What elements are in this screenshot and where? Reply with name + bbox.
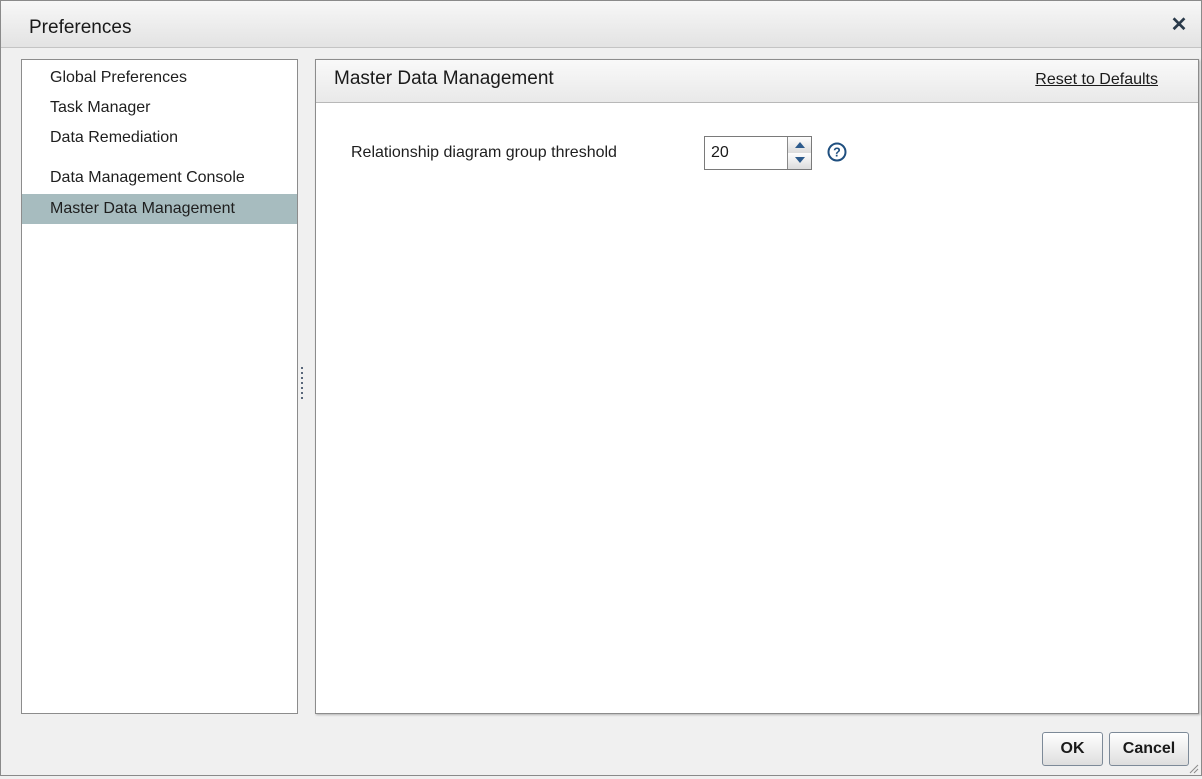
nav-item-global-preferences[interactable]: Global Preferences bbox=[22, 63, 297, 93]
arrow-down-icon bbox=[795, 157, 805, 163]
group-threshold-input[interactable] bbox=[705, 137, 785, 169]
preferences-dialog: Preferences ✕ Global Preferences Task Ma… bbox=[0, 0, 1202, 776]
title-bar: Preferences ✕ bbox=[1, 1, 1201, 48]
preferences-nav-list: Global Preferences Task Manager Data Rem… bbox=[21, 59, 298, 714]
group-threshold-label: Relationship diagram group threshold bbox=[351, 144, 617, 161]
group-threshold-spinner[interactable] bbox=[704, 136, 812, 170]
nav-item-data-management-console[interactable]: Data Management Console bbox=[22, 161, 297, 194]
reset-to-defaults-link[interactable]: Reset to Defaults bbox=[1035, 71, 1158, 89]
cancel-button[interactable]: Cancel bbox=[1109, 732, 1189, 766]
nav-item-data-remediation[interactable]: Data Remediation bbox=[22, 123, 297, 153]
nav-item-master-data-management[interactable]: Master Data Management bbox=[22, 194, 297, 224]
content-header: Master Data Management Reset to Defaults bbox=[316, 60, 1198, 103]
close-icon[interactable]: ✕ bbox=[1169, 15, 1189, 35]
help-icon[interactable]: ? bbox=[826, 141, 848, 163]
spinner-buttons bbox=[787, 137, 811, 169]
splitter-handle[interactable] bbox=[298, 361, 306, 406]
content-panel: Master Data Management Reset to Defaults… bbox=[315, 59, 1199, 714]
dialog-title: Preferences bbox=[29, 17, 132, 38]
resize-grip-icon[interactable] bbox=[1187, 761, 1199, 774]
section-title: Master Data Management bbox=[334, 68, 554, 89]
svg-text:?: ? bbox=[833, 146, 841, 160]
nav-item-task-manager[interactable]: Task Manager bbox=[22, 93, 297, 123]
spinner-up-button[interactable] bbox=[788, 137, 811, 154]
spinner-down-button[interactable] bbox=[788, 153, 811, 169]
ok-button[interactable]: OK bbox=[1042, 732, 1103, 766]
arrow-up-icon bbox=[795, 142, 805, 148]
